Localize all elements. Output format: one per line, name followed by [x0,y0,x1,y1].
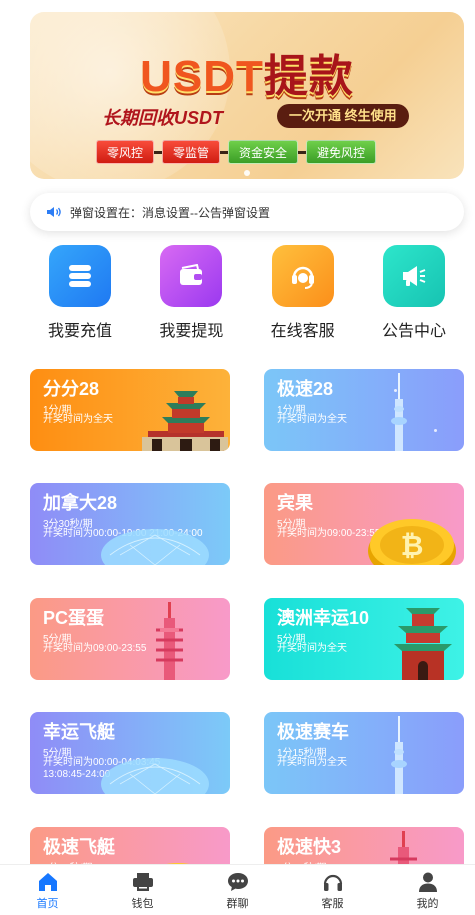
game-card[interactable]: 极速28 1分/期 开奖时间为全天 [264,369,464,451]
game-name: 澳洲幸运10 [277,608,370,628]
quick-label: 我要提现 [159,323,224,340]
game-card[interactable]: 极速赛车 1分15秒/期 开奖时间为全天 [264,712,464,794]
quick-item-support[interactable]: 在线客服 [253,245,353,341]
megaphone-icon [382,245,445,307]
home-icon [38,873,57,891]
quick-item-withdraw[interactable]: 我要提现 [141,245,241,341]
banner-dot[interactable] [244,170,250,176]
banner-pill: 一次开通 终生使用 [277,104,409,128]
game-name: 分分28 [43,379,100,399]
deposit-icon [49,245,111,307]
game-name: 幸运飞艇 [43,722,115,742]
palace-illustration [142,391,228,451]
banner-pagination [30,170,464,176]
game-card[interactable]: 幸运飞艇 5分/期 开奖时间为00:00-04:03:45 13:08:45-2… [30,712,230,794]
quick-label: 公告中心 [381,323,446,340]
tower-illustration [391,716,407,794]
notice-text: 弹窗设置在：消息设置--公告弹窗设置 [70,205,270,220]
game-name: 极速飞艇 [43,837,115,857]
banner-tags: 零风控 零监管 资金安全 避免风控 [96,140,377,164]
quick-label: 在线客服 [270,323,335,340]
tab-home[interactable]: 首页 [0,865,95,915]
banner-tag: 资金安全 [228,140,299,164]
tab-chat[interactable]: 群聊 [190,865,285,915]
tab-label: 客服 [321,898,344,910]
game-name: 极速快3 [277,837,342,857]
banner-tag: 避免风控 [306,140,377,164]
promo-banner[interactable]: USDT提款 长期回收USDT 一次开通 终生使用 零风控 零监管 资金安全 避… [30,12,464,179]
tower-illustration [391,373,407,451]
dome-illustration [101,529,209,565]
notice-bar[interactable]: 弹窗设置在：消息设置--公告弹窗设置 [30,193,464,231]
quick-label: 我要充值 [47,323,112,340]
tab-support[interactable]: 客服 [285,865,380,915]
quick-item-announcement[interactable]: 公告中心 [364,245,464,341]
chat-icon [227,873,248,891]
headset-icon [271,245,334,307]
user-icon [418,872,437,892]
banner-tag: 零监管 [162,140,221,164]
red-tower-illustration [156,602,183,680]
speaker-icon [47,207,61,217]
game-name: PC蛋蛋 [43,608,105,628]
game-name: 加拿大28 [43,493,118,513]
bottom-tab-bar: 首页 钱包 群聊 客服 我的 [0,864,475,915]
wallet-tab-icon [132,873,153,891]
tab-label: 群聊 [226,898,249,910]
game-card[interactable]: 分分28 1分/期 开奖时间为全天 [30,369,230,451]
quick-menu: 我要充值 我要提现 在线客服 公告中心 [30,245,464,341]
headset-tab-icon [323,874,342,891]
home-page: USDT提款 长期回收USDT 一次开通 终生使用 零风控 零监管 资金安全 避… [0,0,475,915]
bitcoin-coin-illustration: ₿ [368,519,456,565]
tab-profile[interactable]: 我的 [380,865,475,915]
pagoda-illustration [394,608,452,680]
game-name: 极速28 [277,379,334,399]
game-card[interactable]: 澳洲幸运10 5分/期 开奖时间为全天 [264,598,464,680]
game-card[interactable]: 宾果 5分/期 开奖时间为09:00-23:55 ₿ [264,483,464,565]
dome-illustration [101,758,209,794]
wallet-icon [160,245,223,307]
game-name: 极速赛车 [277,722,349,742]
tab-label: 我的 [416,898,439,910]
quick-item-deposit[interactable]: 我要充值 [30,245,130,341]
tab-label: 钱包 [131,898,154,910]
banner-tag: 零风控 [96,140,155,164]
svg-text:₿: ₿ [401,529,424,562]
tab-wallet[interactable]: 钱包 [95,865,190,915]
game-name: 宾果 [277,493,313,513]
tab-label: 首页 [36,898,59,910]
game-card[interactable]: PC蛋蛋 5分/期 开奖时间为09:00-23:55 [30,598,230,680]
game-card[interactable]: 加拿大28 3分30秒/期 开奖时间为00:00-19:00 21:00-24:… [30,483,230,565]
banner-subtitle: 长期回收USDT [102,108,223,128]
banner-title: USDT提款 [140,52,354,101]
